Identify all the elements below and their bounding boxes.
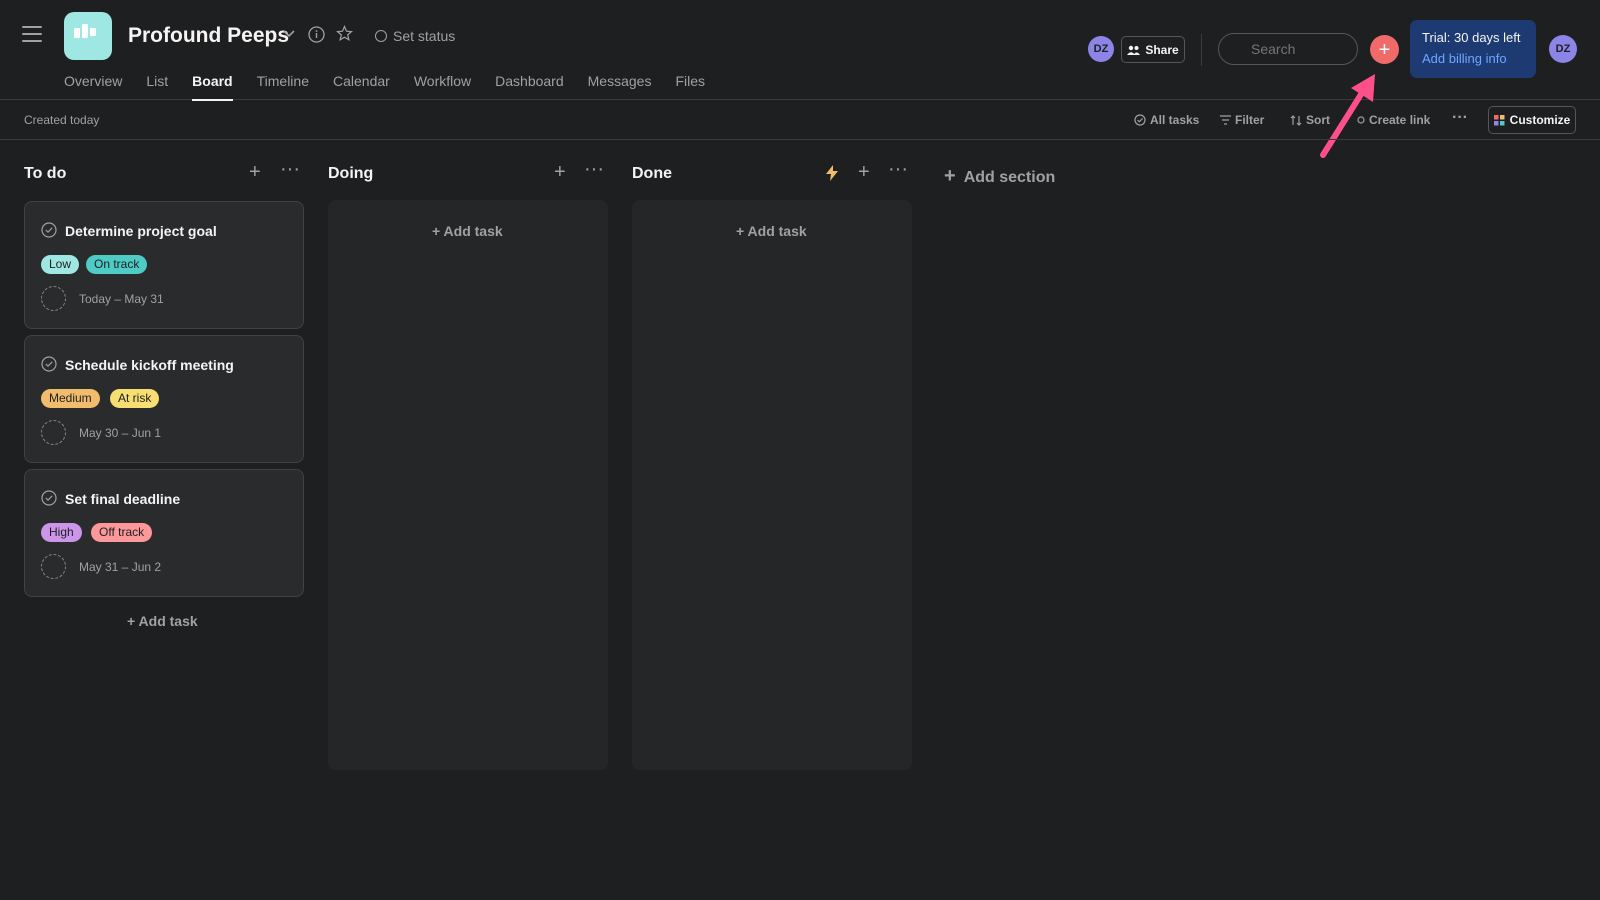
user-avatar[interactable]: DZ	[1549, 35, 1577, 63]
priority-badge: High	[41, 523, 82, 542]
filter-label: Filter	[1235, 113, 1265, 127]
project-icon	[64, 12, 112, 60]
chevron-down-icon[interactable]	[282, 26, 296, 45]
add-task-plus-icon[interactable]: +	[554, 161, 566, 184]
tab-list[interactable]: List	[146, 73, 168, 101]
share-label: Share	[1145, 42, 1179, 57]
lightning-icon[interactable]	[825, 164, 839, 187]
share-button[interactable]: Share	[1121, 36, 1185, 63]
customize-label: Customize	[1509, 113, 1571, 127]
people-icon	[1127, 45, 1141, 55]
task-dates: May 30 – Jun 1	[79, 426, 162, 440]
project-title[interactable]: Profound Peeps	[128, 24, 289, 48]
filter-icon	[1220, 115, 1231, 125]
board-icon	[74, 24, 96, 38]
global-add-button[interactable]: +	[1370, 35, 1399, 64]
customize-button[interactable]: Customize	[1488, 106, 1576, 134]
task-name: Schedule kickoff meeting	[65, 357, 234, 373]
view-toolbar: Created today All tasks Filter Sort Crea…	[0, 100, 1600, 140]
task-card[interactable]: Determine project goal Low On track Toda…	[24, 201, 304, 329]
column-title-done[interactable]: Done	[632, 165, 672, 183]
priority-badge: Low	[41, 255, 80, 274]
complete-checkmark-icon[interactable]	[41, 490, 57, 506]
task-dates: Today – May 31	[79, 292, 164, 306]
add-task-plus-icon[interactable]: +	[858, 161, 870, 184]
add-billing-link[interactable]: Add billing info	[1422, 51, 1536, 66]
member-avatar[interactable]: DZ	[1088, 36, 1114, 62]
sort-label: Sort	[1306, 113, 1330, 127]
tab-messages[interactable]: Messages	[588, 73, 652, 101]
circle-icon	[1357, 116, 1365, 124]
set-status-button[interactable]: Set status	[375, 28, 455, 44]
column-body-done	[632, 200, 912, 770]
star-icon[interactable]	[336, 24, 353, 47]
tab-workflow[interactable]: Workflow	[414, 73, 471, 101]
assignee-icon[interactable]	[41, 554, 66, 579]
column-title-doing[interactable]: Doing	[328, 165, 373, 183]
more-options-icon[interactable]: ···	[1452, 109, 1468, 127]
column-more-icon[interactable]: ···	[584, 158, 604, 181]
status-circle-icon	[375, 30, 387, 42]
check-circle-icon	[1134, 114, 1146, 126]
task-card[interactable]: Set final deadline High Off track May 31…	[24, 469, 304, 597]
column-body-doing	[328, 200, 608, 770]
create-link-label: Create link	[1369, 113, 1431, 127]
tab-calendar[interactable]: Calendar	[333, 73, 390, 101]
tab-dashboard[interactable]: Dashboard	[495, 73, 564, 101]
status-badge: On track	[86, 255, 148, 274]
info-icon[interactable]	[308, 26, 325, 48]
set-status-label: Set status	[393, 28, 456, 44]
sort-button[interactable]: Sort	[1290, 113, 1330, 127]
add-task-button[interactable]: + Add task	[127, 613, 198, 629]
all-tasks-button[interactable]: All tasks	[1134, 113, 1199, 127]
create-link-button[interactable]: Create link	[1357, 113, 1430, 127]
tab-files[interactable]: Files	[675, 73, 705, 101]
created-label: Created today	[24, 113, 100, 127]
menu-icon[interactable]	[22, 26, 42, 42]
trial-days-left: Trial: 30 days left	[1422, 30, 1521, 45]
search-input[interactable]	[1218, 33, 1358, 65]
task-dates: May 31 – Jun 2	[79, 560, 162, 574]
complete-checkmark-icon[interactable]	[41, 356, 57, 372]
sort-icon	[1290, 114, 1302, 126]
task-card[interactable]: Schedule kickoff meeting Medium At risk …	[24, 335, 304, 463]
status-badge: At risk	[110, 389, 160, 408]
tab-overview[interactable]: Overview	[64, 73, 122, 101]
project-tabs: Overview List Board Timeline Calendar Wo…	[64, 73, 729, 101]
complete-checkmark-icon[interactable]	[41, 222, 57, 238]
task-name: Set final deadline	[65, 491, 181, 507]
tab-timeline[interactable]: Timeline	[257, 73, 309, 101]
column-more-icon[interactable]: ···	[280, 158, 300, 181]
add-task-button[interactable]: + Add task	[736, 223, 807, 239]
filter-button[interactable]: Filter	[1220, 113, 1264, 127]
trial-banner[interactable]: Trial: 30 days left Add billing info	[1410, 20, 1536, 78]
priority-badge: Medium	[41, 389, 100, 408]
add-section-label: Add section	[963, 169, 1056, 186]
plus-icon: +	[944, 165, 956, 187]
status-badge: Off track	[91, 523, 153, 542]
add-section-button[interactable]: + Add section	[944, 165, 1055, 188]
add-task-plus-icon[interactable]: +	[249, 161, 261, 184]
customize-icon	[1493, 114, 1505, 125]
divider	[1201, 34, 1202, 66]
column-more-icon[interactable]: ···	[888, 158, 908, 181]
assignee-icon[interactable]	[41, 420, 66, 445]
add-task-button[interactable]: + Add task	[432, 223, 503, 239]
assignee-icon[interactable]	[41, 286, 66, 311]
task-name: Determine project goal	[65, 223, 217, 239]
all-tasks-label: All tasks	[1150, 113, 1200, 127]
tab-board[interactable]: Board	[192, 73, 233, 101]
column-title-todo[interactable]: To do	[24, 165, 66, 183]
